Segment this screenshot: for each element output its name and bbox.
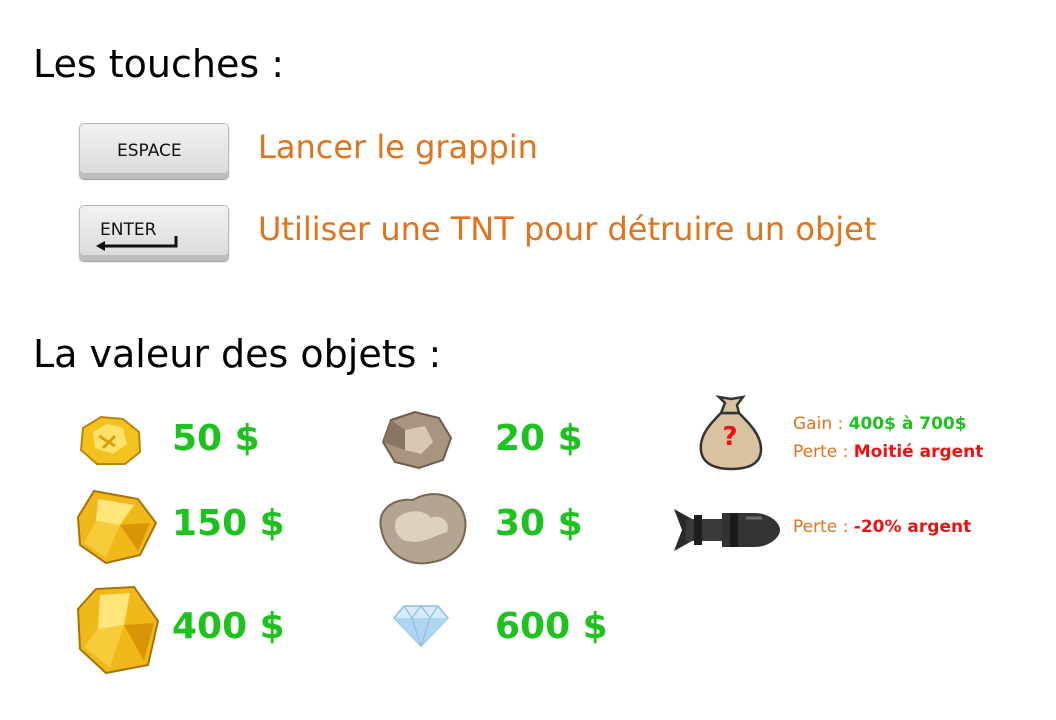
bomb-loss-line: Perte : -20% argent [793, 517, 971, 537]
space-key-label: ESPACE [117, 141, 182, 161]
bag-question-mark: ? [722, 422, 737, 452]
price-small-rock: 20 $ [495, 418, 583, 459]
space-key-description: Lancer le grappin [258, 128, 538, 166]
bag-loss-line: Perte : Moitié argent [793, 442, 983, 462]
enter-key: ENTER [79, 205, 229, 261]
bomb-icon [674, 509, 780, 551]
price-diamond: 600 $ [495, 606, 608, 647]
values-heading: La valeur des objets : [33, 332, 442, 376]
bag-gain-label: Gain : [793, 414, 849, 434]
gold-nugget-large-icon [76, 585, 160, 675]
mystery-bag-icon: ? [699, 395, 763, 471]
gold-nugget-medium-icon [76, 489, 158, 565]
large-rock-icon [379, 493, 467, 565]
diamond-icon [392, 605, 450, 648]
small-rock-icon [381, 410, 453, 470]
price-gold-small: 50 $ [172, 418, 260, 459]
enter-key-description: Utiliser une TNT pour détruire un objet [258, 210, 877, 248]
gold-nugget-small-icon [79, 415, 142, 465]
bomb-loss-label: Perte : [793, 517, 854, 537]
bag-gain-value: 400$ à 700$ [848, 414, 967, 434]
bag-loss-label: Perte : [793, 442, 854, 462]
price-large-rock: 30 $ [495, 503, 583, 544]
price-gold-medium: 150 $ [172, 503, 285, 544]
enter-arrow-icon [96, 236, 178, 251]
bag-loss-value: Moitié argent [853, 442, 984, 462]
price-gold-large: 400 $ [172, 606, 285, 647]
bomb-loss-value: -20% argent [853, 517, 972, 537]
bag-gain-line: Gain : 400$ à 700$ [793, 414, 967, 434]
controls-heading: Les touches : [33, 42, 285, 86]
space-key: ESPACE [79, 123, 229, 179]
